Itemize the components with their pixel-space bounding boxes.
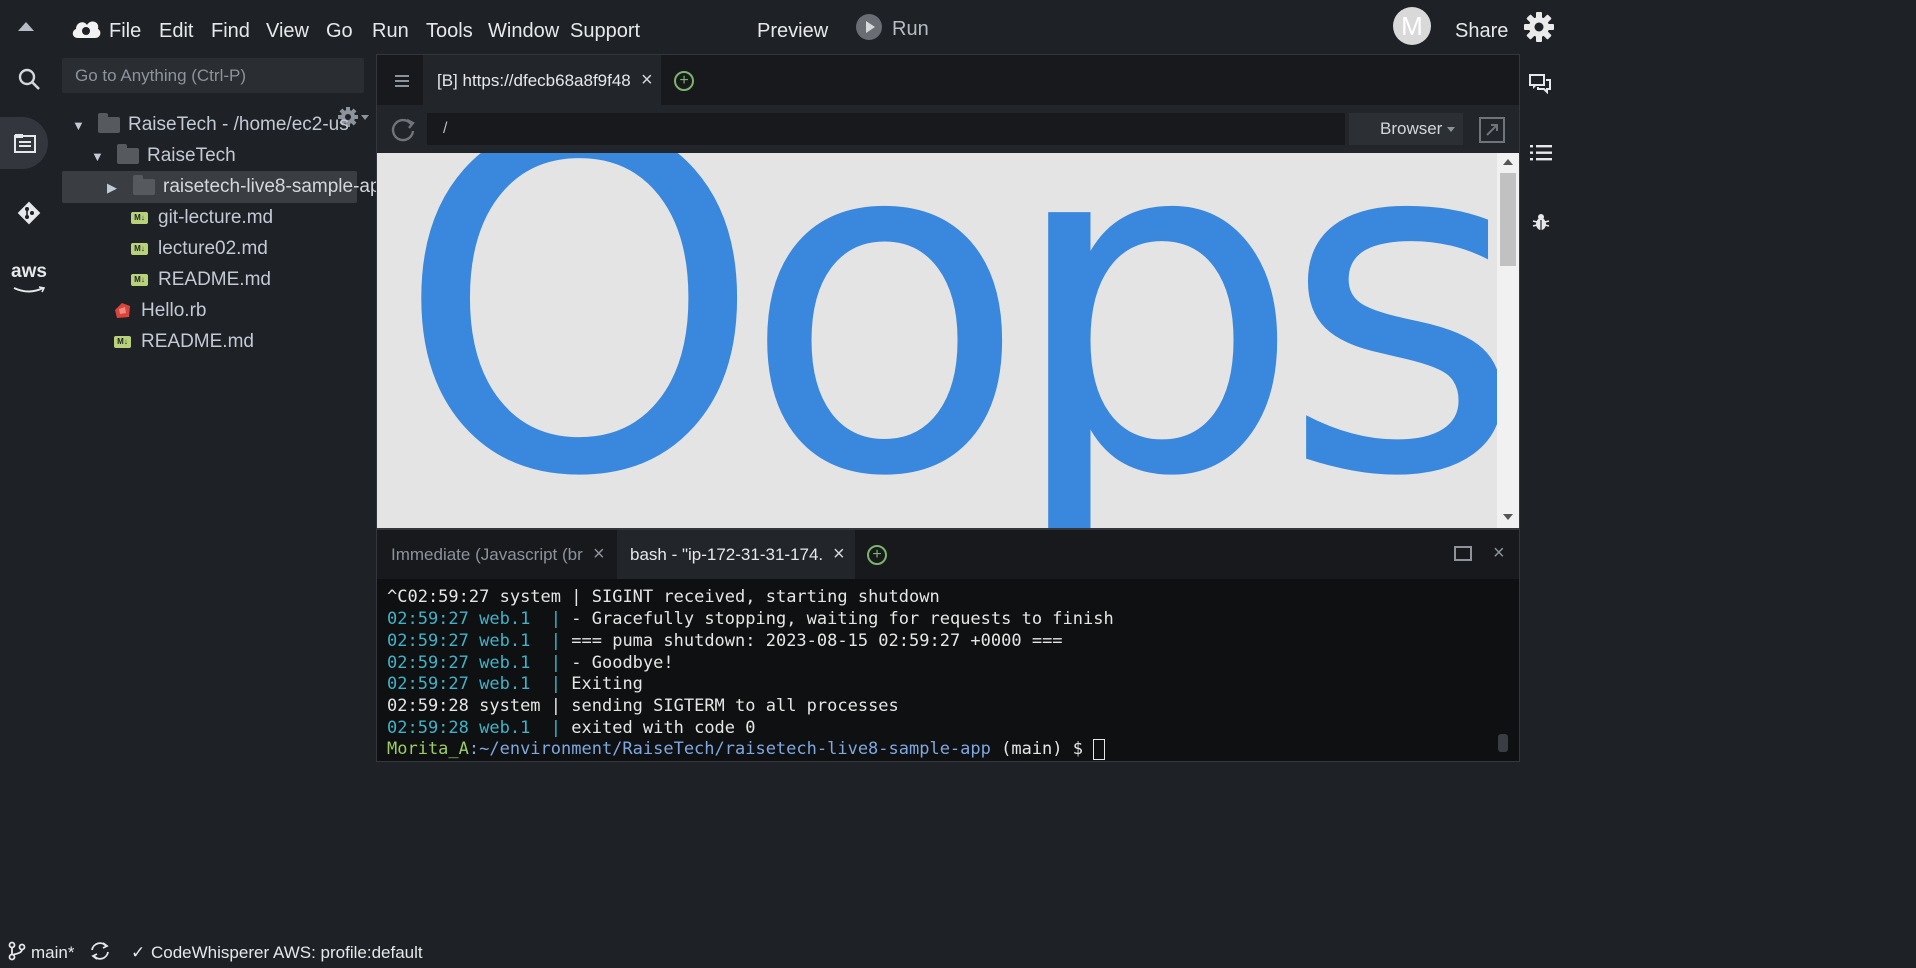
menu-find[interactable]: Find <box>211 20 250 43</box>
branch-name[interactable]: main* <box>31 943 74 963</box>
scroll-up-icon[interactable] <box>1503 159 1513 165</box>
tree-subfolder-label: raisetech-live8-sample-app <box>163 176 392 197</box>
close-icon[interactable]: × <box>641 69 653 92</box>
menu-file[interactable]: File <box>109 20 141 43</box>
oops-heading: Oops <box>395 153 1497 528</box>
terminal-prompt[interactable]: Morita_A:~/environment/RaiseTech/raisete… <box>387 736 1106 762</box>
prompt-user: Morita_A <box>387 739 469 759</box>
chevron-down-icon[interactable]: ▼ <box>91 139 105 175</box>
aws-icon[interactable]: aws <box>0 252 58 310</box>
url-value: / <box>443 120 448 137</box>
tab-bash-label: bash - "ip-172-31-31-174. <box>630 545 824 564</box>
tree-folder-label: RaiseTech <box>147 145 236 166</box>
preview-button[interactable]: Preview <box>757 20 828 43</box>
debugger-bug-icon[interactable] <box>1532 212 1550 237</box>
markdown-icon: M↓ <box>131 273 148 286</box>
codewhisperer-status[interactable]: CodeWhisperer <box>151 943 269 963</box>
outline-list-icon[interactable] <box>1530 144 1552 167</box>
add-tab-icon[interactable]: + <box>674 71 694 91</box>
menu-edit[interactable]: Edit <box>159 20 193 43</box>
files-panel-button[interactable] <box>0 117 48 169</box>
menu-go[interactable]: Go <box>326 20 353 43</box>
check-icon: ✓ <box>131 943 146 962</box>
folder-icon <box>117 143 139 164</box>
pane-menu-icon[interactable] <box>395 75 409 87</box>
chevron-down-icon[interactable]: ▼ <box>72 108 86 144</box>
goto-anything-input[interactable]: Go to Anything (Ctrl-P) <box>62 58 364 93</box>
status-bar: main* ✓ CodeWhisperer AWS: profile:defau… <box>0 935 1916 968</box>
share-button[interactable]: Share <box>1455 20 1508 43</box>
terminal-output[interactable]: ^C02:59:27 system | SIGINT received, sta… <box>377 582 1497 760</box>
chevron-right-icon[interactable]: ▶ <box>107 170 121 206</box>
markdown-icon: M↓ <box>114 335 131 348</box>
goto-anything-placeholder: Go to Anything (Ctrl-P) <box>75 66 247 85</box>
scrollbar-thumb[interactable] <box>1500 173 1516 266</box>
add-tab-icon[interactable]: + <box>867 545 887 565</box>
browser-tab-label: [B] https://dfecb68a8f9f48 <box>437 71 631 90</box>
tree-file-label: git-lecture.md <box>158 207 274 228</box>
browser-mode-dropdown[interactable]: Browser <box>1349 113 1463 145</box>
prompt-branch: (main) $ <box>990 739 1094 759</box>
menu-tools[interactable]: Tools <box>426 20 473 43</box>
sync-icon[interactable] <box>89 941 111 966</box>
tree-root-name: RaiseTech <box>128 114 217 135</box>
terminal-cursor <box>1093 738 1106 760</box>
avatar[interactable]: M <box>1393 7 1431 45</box>
prompt-path: :~/environment/RaiseTech/raisetech-live8… <box>468 739 991 759</box>
close-pane-icon[interactable]: × <box>1493 542 1505 565</box>
terminal-pane: Immediate (Javascript (br × bash - "ip-1… <box>376 529 1520 762</box>
settings-gear-icon[interactable] <box>1523 11 1555 48</box>
reload-icon[interactable] <box>389 115 417 148</box>
markdown-icon: M↓ <box>131 242 148 255</box>
branch-icon <box>8 941 26 966</box>
maximize-pane-icon[interactable] <box>1454 546 1472 561</box>
tab-bash[interactable]: bash - "ip-172-31-31-174. × <box>617 530 855 579</box>
avatar-letter: M <box>1401 11 1423 41</box>
popout-icon[interactable] <box>1479 117 1505 143</box>
files-icon <box>14 133 36 158</box>
git-icon[interactable] <box>0 184 58 242</box>
tree-file-label: Hello.rb <box>141 300 207 321</box>
play-icon <box>856 14 882 40</box>
chevron-down-icon <box>1447 127 1455 132</box>
collaborate-chat-icon[interactable] <box>1529 74 1551 99</box>
tab-immediate-label: Immediate (Javascript (br <box>391 545 583 564</box>
browser-viewport[interactable]: Oops <box>377 153 1497 528</box>
browser-tab-bar: [B] https://dfecb68a8f9f48 × + <box>377 55 1519 105</box>
terminal-tab-bar: Immediate (Javascript (br × bash - "ip-1… <box>377 530 1519 579</box>
tree-file-label: README.md <box>158 269 271 290</box>
markdown-icon: M↓ <box>131 211 148 224</box>
close-icon[interactable]: × <box>593 543 605 566</box>
aws-profile-status[interactable]: AWS: profile:default <box>273 943 423 963</box>
tree-file-label: lecture02.md <box>158 238 268 259</box>
scroll-down-icon[interactable] <box>1503 514 1513 520</box>
search-icon[interactable] <box>0 50 58 108</box>
cloud9-logo-icon[interactable] <box>70 16 102 45</box>
url-input[interactable]: / <box>427 113 1345 145</box>
menu-window[interactable]: Window <box>488 20 559 43</box>
browser-mode-label: Browser <box>1380 119 1443 138</box>
tab-immediate[interactable]: Immediate (Javascript (br × <box>377 530 615 579</box>
close-icon[interactable]: × <box>833 543 845 566</box>
tree-file-readme-root[interactable]: M↓ README.md <box>114 324 254 360</box>
run-label: Run <box>892 18 929 40</box>
ruby-icon <box>115 303 130 319</box>
tree-root-path: - /home/ec2-us <box>216 114 349 135</box>
menu-run[interactable]: Run <box>372 20 409 43</box>
browser-tab[interactable]: [B] https://dfecb68a8f9f48 × <box>423 55 661 105</box>
folder-icon <box>98 112 120 133</box>
menu-support[interactable]: Support <box>570 20 640 43</box>
tree-file-label: README.md <box>141 331 254 352</box>
browser-scrollbar[interactable] <box>1497 153 1519 528</box>
terminal-scrollbar[interactable] <box>1498 734 1508 752</box>
collapse-up-icon[interactable] <box>18 22 34 31</box>
aws-label: aws <box>11 261 47 282</box>
browser-toolbar: / Browser <box>377 105 1519 153</box>
menu-view[interactable]: View <box>266 20 309 43</box>
browser-pane: [B] https://dfecb68a8f9f48 × + / Browser… <box>376 54 1520 529</box>
folder-icon <box>133 174 155 195</box>
